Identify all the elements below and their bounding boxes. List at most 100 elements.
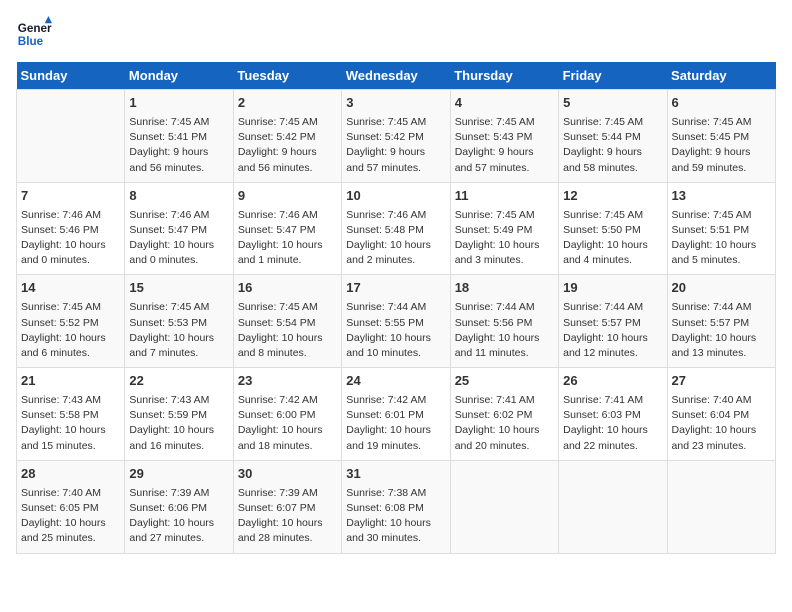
day-info: Sunset: 6:03 PM [563,408,662,423]
day-info: Sunset: 5:47 PM [129,223,228,238]
day-info: Daylight: 10 hours [21,331,120,346]
day-info: and 19 minutes. [346,439,445,454]
svg-text:Blue: Blue [18,35,44,48]
day-info: Sunset: 6:04 PM [672,408,771,423]
calendar-week-1: 1 Sunrise: 7:45 AM Sunset: 5:41 PM Daylight… [17,90,776,183]
day-number: 11 [455,187,554,206]
day-info: Daylight: 10 hours [672,423,771,438]
day-info: and 30 minutes. [346,531,445,546]
day-info: Sunrise: 7:38 AM [346,486,445,501]
day-info: Sunset: 5:55 PM [346,316,445,331]
day-info: Sunset: 5:46 PM [21,223,120,238]
day-info: Sunset: 5:53 PM [129,316,228,331]
day-info: Sunrise: 7:44 AM [346,300,445,315]
day-info: Sunrise: 7:41 AM [563,393,662,408]
day-info: Sunrise: 7:42 AM [238,393,337,408]
day-info: Sunrise: 7:43 AM [21,393,120,408]
day-info: Sunrise: 7:44 AM [563,300,662,315]
calendar-cell: 7Sunrise: 7:46 AMSunset: 5:46 PMDaylight… [17,182,125,275]
calendar-cell [450,460,558,553]
day-info: Sunset: 5:50 PM [563,223,662,238]
day-info: Daylight: 9 hours [346,145,445,160]
day-info: Sunrise: 7:44 AM [672,300,771,315]
calendar-cell: 8Sunrise: 7:46 AMSunset: 5:47 PMDaylight… [125,182,233,275]
header-friday: Friday [559,62,667,90]
day-info: and 1 minute. [238,253,337,268]
day-number: 4 [455,94,554,113]
day-info: Daylight: 9 hours [563,145,662,160]
calendar-cell: 5Sunrise: 7:45 AMSunset: 5:44 PMDaylight… [559,90,667,183]
day-number: 8 [129,187,228,206]
day-info: and 7 minutes. [129,346,228,361]
day-info: Daylight: 10 hours [455,238,554,253]
header-sunday: Sunday [17,62,125,90]
day-number: 3 [346,94,445,113]
day-info: Daylight: 10 hours [238,516,337,531]
day-info: and 18 minutes. [238,439,337,454]
page-header: General Blue [16,16,776,52]
calendar-cell: 19Sunrise: 7:44 AMSunset: 5:57 PMDayligh… [559,275,667,368]
calendar-cell: 31Sunrise: 7:38 AMSunset: 6:08 PMDayligh… [342,460,450,553]
day-info: Sunset: 5:41 PM [129,130,228,145]
day-info: Daylight: 10 hours [455,423,554,438]
day-number: 28 [21,465,120,484]
logo-icon: General Blue [16,16,52,52]
day-number: 18 [455,279,554,298]
day-info: Sunrise: 7:44 AM [455,300,554,315]
day-info: Sunset: 5:52 PM [21,316,120,331]
day-info: Daylight: 10 hours [563,238,662,253]
day-info: Sunset: 5:45 PM [672,130,771,145]
header-monday: Monday [125,62,233,90]
calendar-week-2: 7Sunrise: 7:46 AMSunset: 5:46 PMDaylight… [17,182,776,275]
calendar-cell: 29Sunrise: 7:39 AMSunset: 6:06 PMDayligh… [125,460,233,553]
calendar-week-5: 28Sunrise: 7:40 AMSunset: 6:05 PMDayligh… [17,460,776,553]
logo: General Blue [16,16,52,52]
day-info: Daylight: 10 hours [21,238,120,253]
day-info: Daylight: 10 hours [346,238,445,253]
day-info: Sunset: 5:57 PM [563,316,662,331]
day-info: Sunrise: 7:45 AM [346,115,445,130]
day-info: and 4 minutes. [563,253,662,268]
header-saturday: Saturday [667,62,775,90]
day-number: 17 [346,279,445,298]
calendar-cell: 14Sunrise: 7:45 AMSunset: 5:52 PMDayligh… [17,275,125,368]
day-info: and 16 minutes. [129,439,228,454]
day-info: Sunset: 5:44 PM [563,130,662,145]
day-info: Sunset: 5:47 PM [238,223,337,238]
calendar-cell: 20Sunrise: 7:44 AMSunset: 5:57 PMDayligh… [667,275,775,368]
day-info: Sunset: 5:42 PM [238,130,337,145]
day-info: Daylight: 10 hours [21,423,120,438]
day-info: and 2 minutes. [346,253,445,268]
day-info: and 3 minutes. [455,253,554,268]
day-info: Sunrise: 7:42 AM [346,393,445,408]
day-number: 9 [238,187,337,206]
day-info: Sunrise: 7:40 AM [21,486,120,501]
day-info: Daylight: 10 hours [563,423,662,438]
day-number: 27 [672,372,771,391]
day-info: Daylight: 10 hours [455,331,554,346]
svg-text:General: General [18,22,52,35]
calendar-cell: 26Sunrise: 7:41 AMSunset: 6:03 PMDayligh… [559,368,667,461]
calendar-cell: 12Sunrise: 7:45 AMSunset: 5:50 PMDayligh… [559,182,667,275]
day-number: 25 [455,372,554,391]
day-info: Sunrise: 7:45 AM [672,115,771,130]
day-info: Sunset: 5:43 PM [455,130,554,145]
day-info: and 22 minutes. [563,439,662,454]
day-info: Sunrise: 7:45 AM [238,115,337,130]
day-number: 19 [563,279,662,298]
day-info: Sunrise: 7:39 AM [129,486,228,501]
day-info: and 0 minutes. [129,253,228,268]
day-number: 1 [129,94,228,113]
calendar-cell: 28Sunrise: 7:40 AMSunset: 6:05 PMDayligh… [17,460,125,553]
day-info: and 57 minutes. [455,161,554,176]
calendar-cell [559,460,667,553]
day-number: 22 [129,372,228,391]
day-info: Daylight: 10 hours [346,331,445,346]
day-number: 12 [563,187,662,206]
day-number: 16 [238,279,337,298]
day-info: and 13 minutes. [672,346,771,361]
calendar-cell [667,460,775,553]
day-info: Sunset: 6:08 PM [346,501,445,516]
day-info: Daylight: 10 hours [129,331,228,346]
day-info: Daylight: 10 hours [129,238,228,253]
